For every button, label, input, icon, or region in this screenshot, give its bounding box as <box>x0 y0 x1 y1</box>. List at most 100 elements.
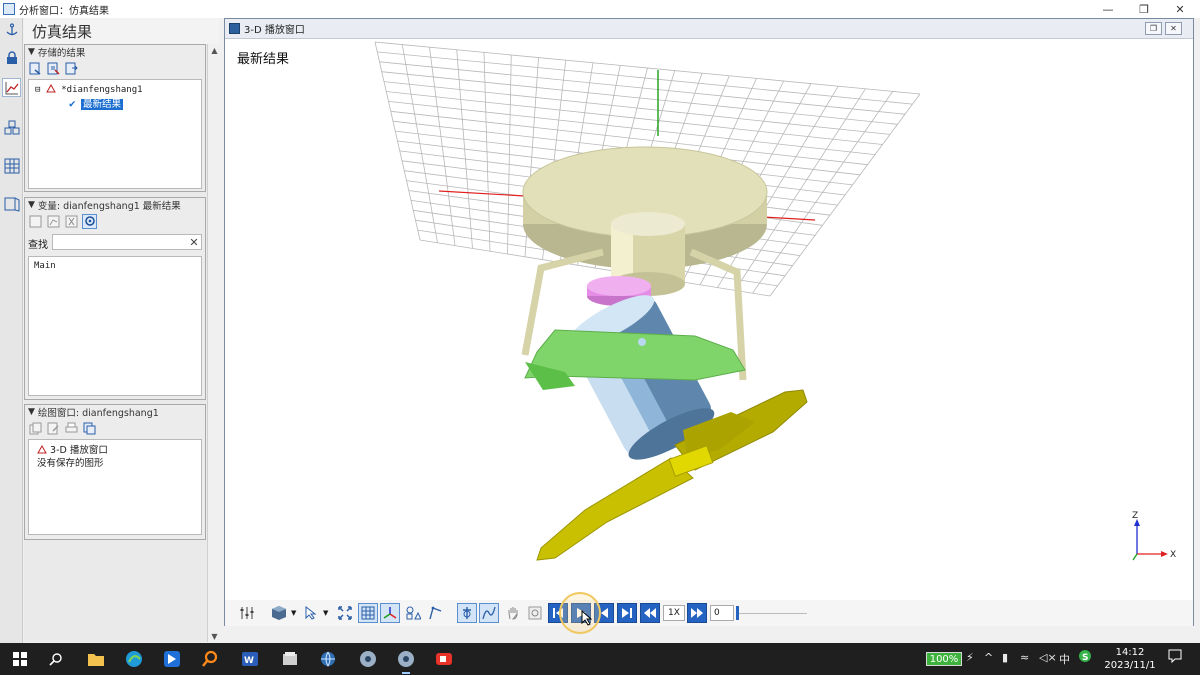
view-dropdown-icon[interactable]: ▼ <box>291 609 296 617</box>
stored-results-tree: ⊟ *dianfengshang1 ✔ 最新结果 <box>28 79 202 189</box>
curve-icon[interactable] <box>479 603 499 623</box>
playback-toolbar: ▼ ▼ 1X 0 <box>225 592 1193 634</box>
grid-icon[interactable] <box>2 156 21 175</box>
search-icon[interactable] <box>44 647 68 671</box>
mic-icon[interactable]: ▮ <box>1002 651 1008 664</box>
close-button[interactable]: ✕ <box>1162 0 1198 18</box>
axis-triad: Z X <box>1132 511 1176 561</box>
edge-browser-icon[interactable] <box>122 647 146 671</box>
result-label: 最新结果 <box>237 52 290 67</box>
export-result-icon[interactable] <box>64 61 79 76</box>
settings-icon[interactable] <box>237 603 257 623</box>
edit-plot-icon[interactable] <box>46 421 61 436</box>
file-explorer-icon[interactable] <box>84 647 108 671</box>
app-gray-icon[interactable] <box>278 647 302 671</box>
anchor-icon[interactable] <box>2 20 21 39</box>
check-icon: ✔ <box>69 97 76 110</box>
chart-icon[interactable] <box>2 78 21 97</box>
app-icon <box>3 3 15 15</box>
window-titlebar: 分析窗口：仿真结果 — ❐ ✕ <box>0 0 1200 18</box>
save-result-icon[interactable] <box>46 61 61 76</box>
volume-icon[interactable]: ◁× <box>1039 651 1057 664</box>
maximize-button[interactable]: ❐ <box>1126 0 1162 18</box>
faster-icon[interactable] <box>687 603 707 623</box>
collapse-arrow-icon[interactable]: ▼ <box>28 200 35 210</box>
pointer-dropdown-icon[interactable]: ▼ <box>323 609 328 617</box>
book-icon[interactable] <box>2 194 21 213</box>
expression-icon[interactable] <box>64 214 79 229</box>
x-axis-label: X <box>1170 550 1176 560</box>
restore-button[interactable]: ❐ <box>1145 22 1162 35</box>
print-plot-icon[interactable] <box>64 421 79 436</box>
wifi-icon[interactable]: ≈ <box>1020 651 1029 664</box>
lock-icon[interactable] <box>2 48 21 67</box>
search-label: 查找 <box>28 240 48 251</box>
last-frame-icon[interactable] <box>617 603 637 623</box>
pointer-icon[interactable] <box>301 603 321 623</box>
collapse-arrow-icon[interactable]: ▼ <box>28 47 35 57</box>
3d-scene[interactable]: Z X <box>225 40 1193 603</box>
scroll-up-icon[interactable]: ▲ <box>208 44 221 56</box>
frame-icon[interactable] <box>525 603 545 623</box>
view-cube-icon[interactable] <box>269 603 289 623</box>
battery-indicator[interactable]: 100% <box>926 652 962 666</box>
clock-date: 2023/11/1 <box>1104 660 1156 671</box>
simulation-app-icon[interactable] <box>356 647 380 671</box>
mouse-cursor-icon <box>581 610 593 626</box>
vector-icon[interactable] <box>425 603 445 623</box>
tree-child[interactable]: ✔ 最新结果 <box>69 96 124 110</box>
expand-toggle-icon[interactable]: ⊟ <box>35 85 40 95</box>
taskbar: W 100% ⚡ ^ ▮ ≈ ◁× 中 S 14:12 2023/11/1 <box>0 643 1200 675</box>
shape-icon[interactable] <box>403 603 423 623</box>
load-result-icon[interactable] <box>28 61 43 76</box>
simulation-app-active-icon[interactable] <box>394 647 418 674</box>
add-variable-icon[interactable] <box>28 214 43 229</box>
window-icon <box>229 23 240 34</box>
fit-icon[interactable] <box>335 603 355 623</box>
plug-icon[interactable]: ⚡ <box>966 651 974 664</box>
variables-title: 变量: dianfengshang1 最新结果 <box>37 201 181 212</box>
recorder-icon[interactable] <box>432 647 456 671</box>
new-plot-icon[interactable] <box>28 421 43 436</box>
grid-toggle-icon[interactable] <box>358 603 378 623</box>
left-toolstrip <box>0 18 23 643</box>
notification-icon[interactable] <box>1168 649 1182 666</box>
collapse-arrow-icon[interactable]: ▼ <box>28 407 35 417</box>
search-app-icon[interactable] <box>198 647 222 671</box>
timeline-slider[interactable] <box>739 613 807 614</box>
search-input[interactable] <box>52 234 202 250</box>
globe-icon[interactable] <box>316 647 340 671</box>
clear-search-icon[interactable]: ✕ <box>186 234 202 250</box>
variables-toolbar <box>25 212 205 230</box>
cubes-icon[interactable] <box>2 118 21 137</box>
slower-icon[interactable] <box>640 603 660 623</box>
scroll-down-icon[interactable]: ▼ <box>208 630 221 642</box>
word-icon[interactable]: W <box>238 647 262 671</box>
3d-viewport[interactable]: Z X 最新结果 <box>225 40 1193 603</box>
plot-windows-toolbar <box>25 419 205 437</box>
results-panel: ▼ 存储的结果 ⊟ *dianfengshang1 ✔ 最新结果 ▼ 变量: d… <box>24 44 207 642</box>
tray-arrow-icon[interactable]: ^ <box>984 651 993 664</box>
close-window-button[interactable]: ✕ <box>1165 22 1182 35</box>
panel-scrollbar[interactable]: ▲ ▼ <box>207 44 220 642</box>
plot-variable-icon[interactable] <box>46 214 61 229</box>
minimize-button[interactable]: — <box>1090 0 1126 18</box>
frame-input[interactable]: 0 <box>710 605 734 621</box>
target-icon[interactable] <box>82 213 97 229</box>
list-item[interactable]: Main <box>34 261 56 271</box>
plot-windows-title: 绘图窗口: dianfengshang1 <box>37 408 159 419</box>
app-blue-icon[interactable] <box>160 647 184 671</box>
ime-indicator[interactable]: 中 <box>1059 651 1070 667</box>
start-icon[interactable] <box>8 647 32 671</box>
clock[interactable]: 14:12 2023/11/1 <box>1100 646 1160 672</box>
sogou-icon[interactable]: S <box>1078 649 1092 666</box>
axes-icon[interactable] <box>380 603 400 623</box>
tree-node[interactable]: ⊟ *dianfengshang1 <box>35 83 143 95</box>
window-scrollbar[interactable] <box>1194 18 1200 626</box>
plot-item[interactable]: 3-D 播放窗口 <box>37 442 108 456</box>
window-title: 分析窗口：仿真结果 <box>19 5 109 17</box>
track-icon[interactable] <box>457 603 477 623</box>
hand-icon[interactable] <box>503 603 523 623</box>
copy-plot-icon[interactable] <box>82 421 97 436</box>
x-axis-line <box>438 190 526 197</box>
